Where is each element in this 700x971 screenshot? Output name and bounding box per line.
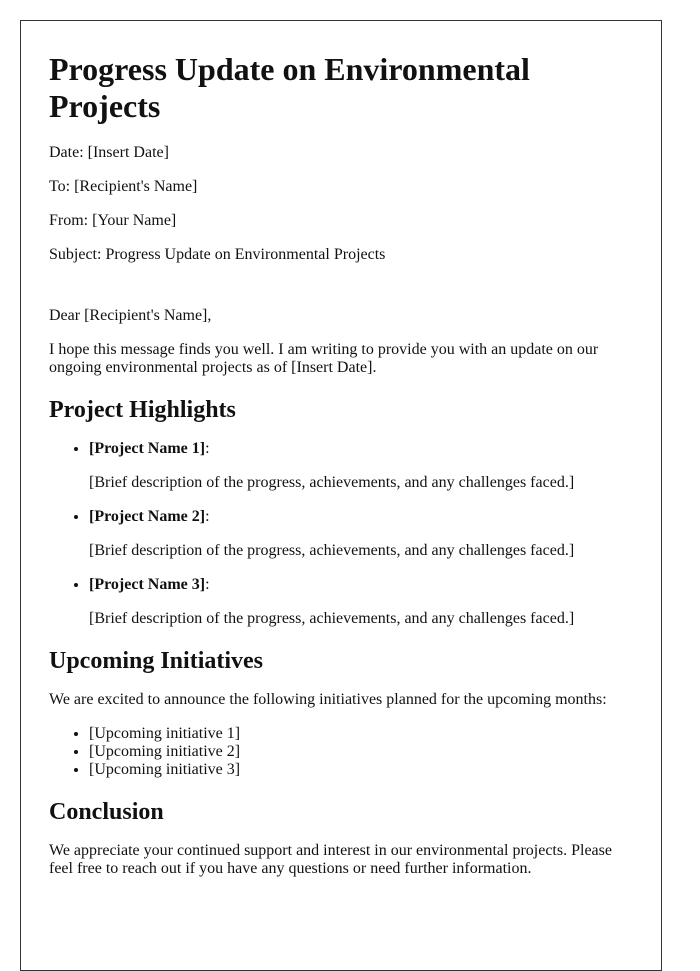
project-name: [Project Name 1] [89, 440, 206, 457]
greeting: Dear [Recipient's Name], [49, 307, 212, 324]
initiative-item: [Upcoming initiative 1] [89, 725, 632, 743]
letter-page: Progress Update on Environmental Project… [20, 20, 662, 971]
project-colon: : [205, 508, 210, 525]
project-item: [Project Name 2]: [Brief description of … [89, 508, 632, 560]
project-list: [Project Name 1]: [Brief description of … [49, 440, 632, 628]
subject-line: Subject: Progress Update on Environmenta… [49, 246, 386, 263]
project-name: [Project Name 2] [89, 508, 206, 525]
project-item: [Project Name 1]: [Brief description of … [89, 440, 632, 492]
from-line: From: [Your Name] [49, 212, 177, 229]
highlights-heading: Project Highlights [49, 397, 236, 423]
initiatives-heading: Upcoming Initiatives [49, 648, 264, 674]
letter-meta: Date: [Insert Date] To: [Recipient's Nam… [49, 144, 632, 264]
project-colon: : [205, 440, 210, 457]
conclusion-paragraph: We appreciate your continued support and… [49, 842, 612, 877]
initiative-item: [Upcoming initiative 3] [89, 761, 632, 779]
project-name: [Project Name 3] [89, 576, 206, 593]
project-colon: : [205, 576, 210, 593]
project-description: [Brief description of the progress, achi… [89, 610, 575, 627]
date-line: Date: [Insert Date] [49, 144, 169, 161]
initiatives-intro: We are excited to announce the following… [49, 691, 607, 708]
page-title: Progress Update on Environmental Project… [49, 51, 530, 124]
project-description: [Brief description of the progress, achi… [89, 474, 575, 491]
initiative-list: [Upcoming initiative 1] [Upcoming initia… [49, 725, 632, 779]
to-line: To: [Recipient's Name] [49, 178, 198, 195]
project-item: [Project Name 3]: [Brief description of … [89, 576, 632, 628]
initiative-item: [Upcoming initiative 2] [89, 743, 632, 761]
intro-paragraph: I hope this message finds you well. I am… [49, 341, 599, 376]
project-description: [Brief description of the progress, achi… [89, 542, 575, 559]
conclusion-heading: Conclusion [49, 799, 164, 825]
